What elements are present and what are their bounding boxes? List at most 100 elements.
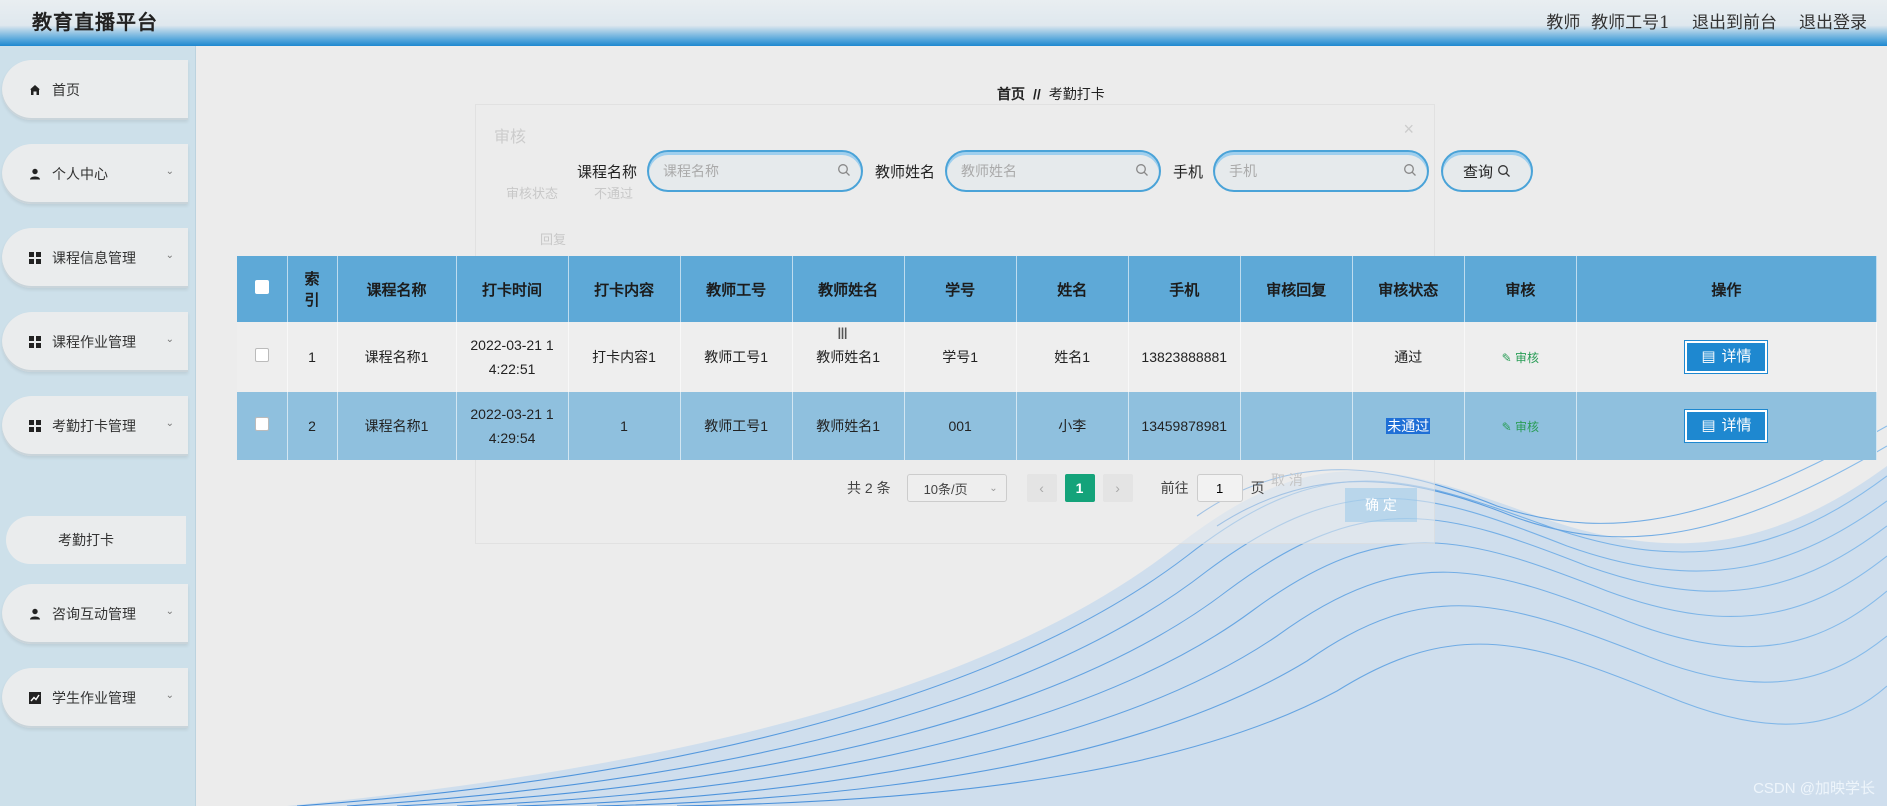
- ghost-reply-label: 回复: [540, 232, 567, 247]
- audit-cell: ✎ 审核: [1464, 322, 1577, 392]
- home-icon: [28, 83, 42, 97]
- sidebar-item-student-homework[interactable]: 学生作业管理 ⌄: [2, 668, 188, 728]
- document-icon: ▤: [1701, 417, 1716, 434]
- sidebar-item-course-homework[interactable]: 课程作业管理 ⌄: [2, 312, 188, 372]
- detail-button[interactable]: ▤ 详情: [1684, 340, 1769, 374]
- breadcrumb: 首页 // 考勤打卡: [997, 84, 1105, 104]
- time-date: 2022-03-21 1: [470, 406, 554, 422]
- table-row[interactable]: 1 课程名称1 2022-03-21 1 4:22:51 打卡内容1 教师工号1 …: [237, 322, 1878, 392]
- main-content: 审核 × 审核状态 不通过 回复 取 消 确 定 首页//考勤打卡 课程名称 教…: [197, 46, 1887, 806]
- teacher-no-cell: 教师工号1: [680, 392, 793, 460]
- sidebar-item-home[interactable]: 首页: [2, 60, 188, 120]
- row-select-cell: [237, 392, 288, 460]
- chevron-down-icon: ⌄: [165, 334, 174, 345]
- next-page-button[interactable]: ›: [1102, 474, 1133, 502]
- breadcrumb-separator: //: [1033, 86, 1041, 102]
- chevron-right-icon: ›: [1115, 480, 1120, 496]
- course-cell: 课程名称1: [337, 322, 457, 392]
- breadcrumb-home[interactable]: 首页: [997, 86, 1025, 102]
- name-cell: 小李: [1016, 392, 1129, 460]
- query-button-label: 查询: [1463, 163, 1494, 181]
- teacher-name-input[interactable]: [947, 152, 1160, 190]
- content-cell: 打卡内容1: [568, 322, 681, 392]
- time-date: 2022-03-21 1: [470, 337, 554, 353]
- grid-icon: [28, 335, 42, 349]
- sidebar-item-course-info[interactable]: 课程信息管理 ⌄: [2, 228, 188, 288]
- app-title: 教育直播平台: [32, 9, 158, 34]
- edit-icon: ✎: [1501, 350, 1512, 365]
- exit-to-front-link[interactable]: 退出到前台: [1692, 8, 1777, 33]
- page-number-current[interactable]: 1: [1064, 474, 1095, 502]
- phone-input[interactable]: [1215, 152, 1428, 190]
- audit-label: 审核: [1515, 350, 1540, 365]
- status-cell: 未通过: [1352, 392, 1465, 460]
- index-cell: 1: [287, 322, 338, 392]
- user-icon: [28, 167, 42, 181]
- column-header: 索引: [287, 256, 338, 322]
- grid-icon: [28, 251, 42, 265]
- ghost-dialog-title: 审核: [494, 129, 527, 146]
- sidebar-item-attendance[interactable]: 考勤打卡管理 ⌄: [2, 396, 188, 456]
- time-clock: 4:29:54: [488, 430, 536, 446]
- column-header: 审核状态: [1352, 256, 1465, 322]
- column-header: 审核回复: [1240, 256, 1353, 322]
- course-name-input[interactable]: [649, 152, 862, 190]
- row-select-cell: [237, 322, 288, 392]
- document-icon: ▤: [1701, 348, 1716, 365]
- sidebar-subitem-attendance-checkin[interactable]: 考勤打卡: [6, 516, 186, 564]
- page-size-value: 10条/页: [923, 481, 968, 497]
- ghost-confirm: 确 定: [1345, 488, 1417, 522]
- search-icon: [1404, 164, 1417, 176]
- sidebar-item-label: 首页: [52, 82, 80, 98]
- chevron-down-icon: ⌄: [165, 250, 174, 261]
- audit-link[interactable]: ✎ 审核: [1502, 420, 1539, 434]
- audit-label: 审核: [1515, 419, 1540, 434]
- phone-field: [1213, 150, 1430, 192]
- phone-cell: 13459878981: [1128, 392, 1241, 460]
- user-icon: [28, 607, 42, 621]
- column-header: 课程名称: [337, 256, 457, 322]
- audit-link[interactable]: ✎ 审核: [1502, 351, 1539, 365]
- select-all-checkbox[interactable]: [254, 280, 269, 294]
- reply-cell: [1240, 322, 1353, 392]
- row-checkbox[interactable]: [254, 348, 269, 362]
- search-icon: [1136, 164, 1148, 176]
- phone-cell: 13823888881: [1128, 322, 1241, 392]
- chevron-left-icon: ‹: [1039, 480, 1044, 496]
- reply-cell: [1240, 392, 1353, 460]
- index-cell: 2: [287, 392, 338, 460]
- query-button[interactable]: 查询: [1441, 150, 1534, 192]
- prev-page-button[interactable]: ‹: [1026, 474, 1057, 502]
- breadcrumb-current: 考勤打卡: [1048, 86, 1105, 102]
- table-row[interactable]: 2 课程名称1 2022-03-21 1 4:29:54 1 教师工号1 教师姓名…: [237, 392, 1878, 460]
- chevron-down-icon: ⌄: [165, 418, 174, 429]
- name-cell: 姓名1: [1016, 322, 1129, 392]
- sidebar-item-consultation[interactable]: 咨询互动管理 ⌄: [2, 584, 188, 644]
- sidebar-item-label: 个人中心: [52, 166, 108, 182]
- goto-page-input[interactable]: [1196, 474, 1243, 502]
- action-cell: ▤ 详情: [1576, 392, 1878, 460]
- page-size-select[interactable]: 10条/页 ⌄: [906, 474, 1007, 502]
- teacher-name-cell: 教师姓名1: [792, 392, 905, 460]
- watermark: CSDN @加映学长: [1753, 780, 1875, 797]
- column-header: 手机: [1128, 256, 1241, 322]
- top-bar: 教育直播平台 教师 教师工号1 退出到前台 退出登录: [0, 0, 1887, 46]
- sidebar-item-label: 课程信息管理: [52, 250, 136, 266]
- teacher-name-field: [945, 150, 1162, 192]
- column-header: 姓名: [1016, 256, 1129, 322]
- logout-link[interactable]: 退出登录: [1799, 8, 1867, 33]
- detail-button[interactable]: ▤ 详情: [1684, 409, 1769, 443]
- goto-page: 前往 页: [1161, 474, 1265, 502]
- row-checkbox[interactable]: [254, 417, 269, 431]
- goto-unit: 页: [1250, 480, 1265, 496]
- sidebar-item-personal-center[interactable]: 个人中心 ⌄: [2, 144, 188, 204]
- role-label: 教师: [1546, 12, 1581, 33]
- edit-icon: ✎: [1501, 419, 1512, 434]
- time-cell: 2022-03-21 1 4:22:51: [456, 322, 569, 392]
- student-no-cell: 学号1: [904, 322, 1017, 392]
- course-cell: 课程名称1: [337, 392, 457, 460]
- teacher-no-cell: 教师工号1: [680, 322, 793, 392]
- attendance-table: 索引 课程名称 打卡时间 打卡内容 教师工号 教师姓名 学号 姓名 手机 审核回…: [237, 256, 1878, 460]
- time-clock: 4:22:51: [488, 361, 536, 377]
- ghost-field-label: 审核状态: [506, 186, 559, 201]
